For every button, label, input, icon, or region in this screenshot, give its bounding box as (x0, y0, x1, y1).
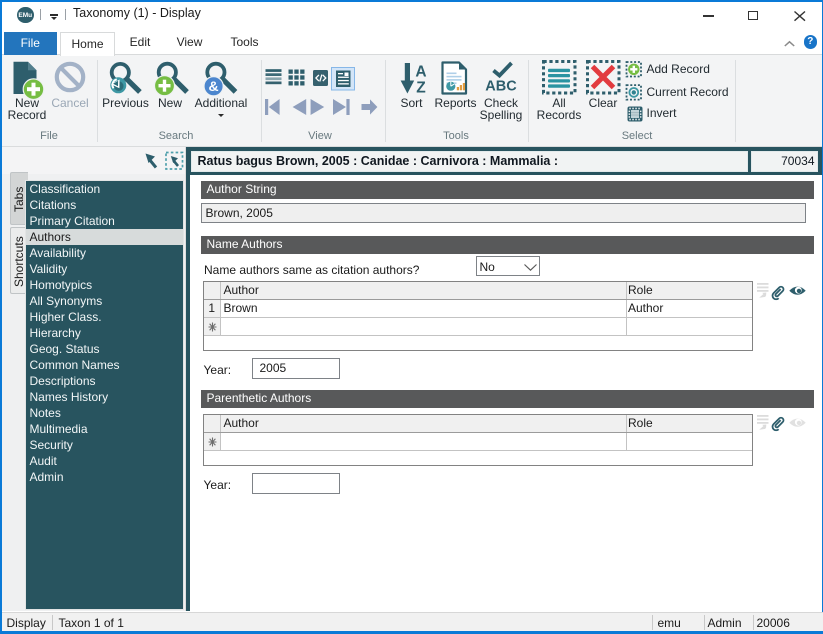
svg-text:A: A (415, 64, 426, 81)
svg-text:ABC: ABC (485, 79, 517, 95)
svg-text:Z: Z (416, 80, 426, 97)
svg-text:&: & (209, 78, 219, 94)
